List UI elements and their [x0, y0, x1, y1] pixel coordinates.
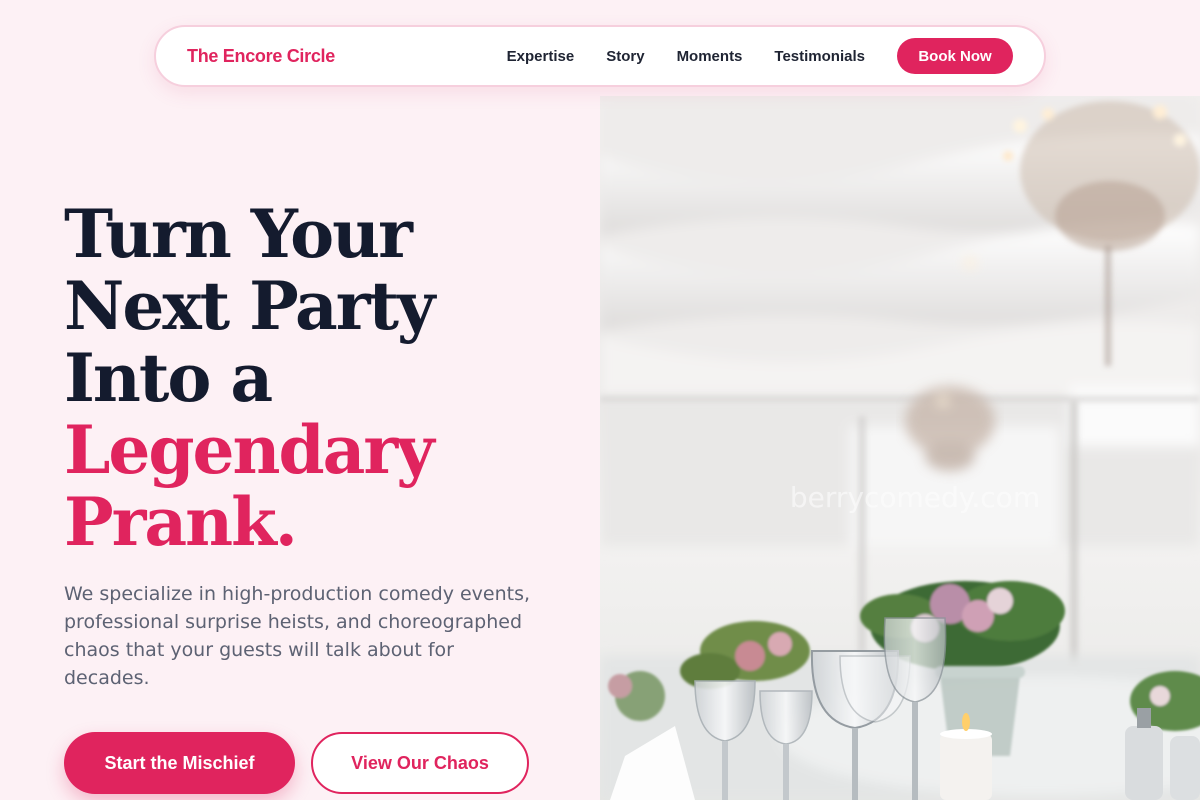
top-navbar: The Encore Circle Expertise Story Moment… [154, 25, 1046, 87]
nav-link-testimonials[interactable]: Testimonials [774, 48, 865, 65]
nav-link-story[interactable]: Story [606, 48, 644, 65]
view-our-chaos-button[interactable]: View Our Chaos [311, 732, 529, 794]
nav-link-moments[interactable]: Moments [677, 48, 743, 65]
photo-watermark: berrycomedy.com [790, 481, 1040, 514]
headline-accent-line-2: Prank. [64, 483, 298, 561]
hero-event-photo: berrycomedy.com [600, 96, 1200, 800]
headline-accent-line-1: Legendary [64, 411, 435, 489]
book-now-button[interactable]: Book Now [897, 38, 1013, 74]
nav-links: Expertise Story Moments Testimonials Boo… [507, 38, 1013, 74]
headline-line-2: Next Party [64, 267, 435, 345]
brand-logo-text[interactable]: The Encore Circle [187, 46, 335, 67]
banquet-scene-illustration: berrycomedy.com [600, 96, 1200, 800]
nav-link-expertise[interactable]: Expertise [507, 48, 575, 65]
hero-headline: Turn Your Next Party Into a Legendary Pr… [64, 195, 435, 561]
headline-line-1: Turn Your [64, 195, 413, 273]
start-the-mischief-button[interactable]: Start the Mischief [64, 732, 295, 794]
headline-line-3: Into a [64, 339, 273, 417]
hero-subcopy: We specialize in high-production comedy … [64, 583, 531, 689]
